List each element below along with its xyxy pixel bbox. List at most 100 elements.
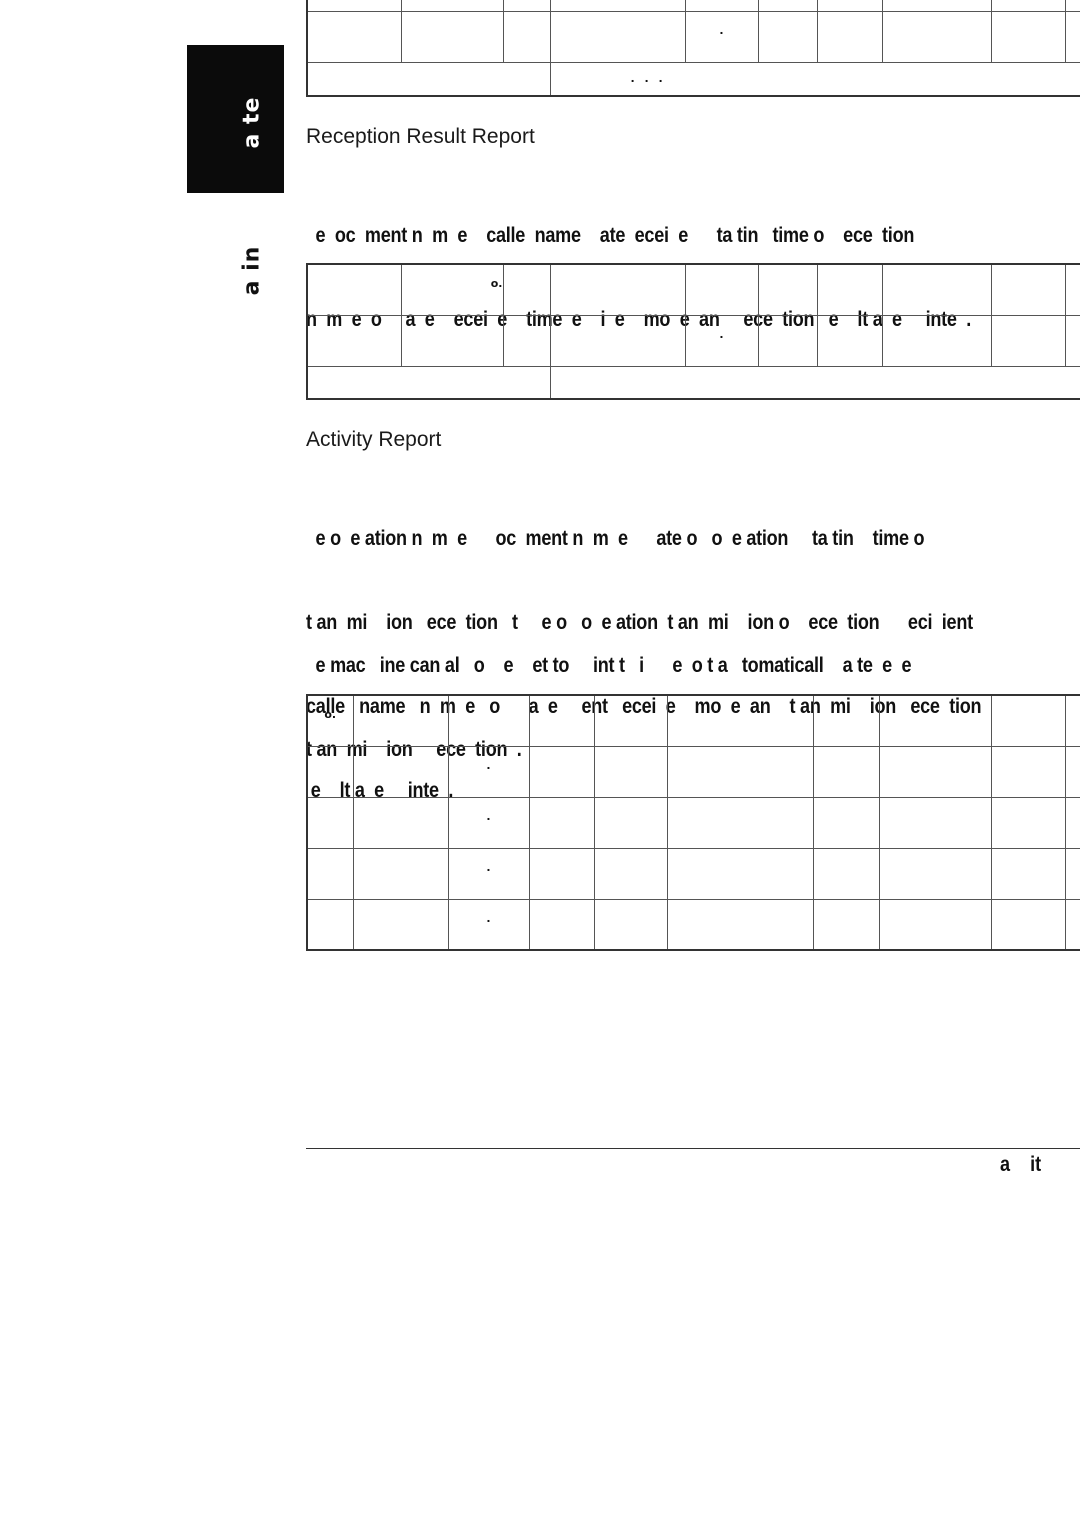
table-cell <box>593 694 668 747</box>
table-cell <box>549 263 686 316</box>
table-cell <box>502 314 551 367</box>
table-cell <box>878 898 992 951</box>
table-cell <box>990 847 1066 900</box>
table-cell <box>528 847 595 900</box>
table-cell <box>502 0 551 12</box>
table-cell <box>528 694 595 747</box>
table-cell: . <box>447 745 530 798</box>
table-cell <box>549 0 686 12</box>
table-cell <box>1064 0 1080 12</box>
table-cell: o. <box>306 694 354 747</box>
table-cell <box>447 694 530 747</box>
table-cell: . <box>447 898 530 951</box>
continued-report-table: . . . . <box>306 0 1080 97</box>
table-cell <box>1064 11 1080 63</box>
text-line: e oc ment n m e calle name ate ecei e ta… <box>306 224 915 247</box>
table-cell <box>684 263 759 316</box>
table-cell <box>990 263 1066 316</box>
table-cell <box>352 694 449 747</box>
table-cell <box>757 11 818 63</box>
table-cell <box>757 0 818 12</box>
table-cell <box>812 745 880 798</box>
table-cell <box>816 263 883 316</box>
table-cell <box>990 898 1066 951</box>
table-cell <box>306 365 551 400</box>
table-cell: . <box>447 847 530 900</box>
table-cell <box>878 847 992 900</box>
table-cell <box>757 314 818 367</box>
chapter-tab <box>187 45 284 193</box>
activity-report-heading: Activity Report <box>306 428 442 451</box>
table-cell <box>881 0 992 12</box>
table-cell <box>881 11 992 63</box>
table-cell <box>990 796 1066 849</box>
reception-result-heading: Reception Result Report <box>306 125 535 148</box>
table-cell <box>306 796 354 849</box>
table-cell <box>306 11 402 63</box>
table-cell <box>666 898 814 951</box>
table-cell <box>666 694 814 747</box>
table-cell <box>502 263 551 316</box>
table-row: . <box>306 796 1080 849</box>
reception-result-table: o. . <box>306 263 1080 400</box>
table-cell <box>593 847 668 900</box>
section-side-label: a in <box>239 245 265 296</box>
table-cell <box>352 898 449 951</box>
table-cell: . <box>684 314 759 367</box>
table-row <box>306 0 1080 12</box>
table-cell <box>684 0 759 12</box>
table-cell <box>400 314 504 367</box>
table-cell <box>1064 847 1080 900</box>
table-cell <box>549 365 1080 400</box>
table-cell <box>990 694 1066 747</box>
table-cell <box>549 314 686 367</box>
table-cell: . <box>447 796 530 849</box>
table-cell <box>816 0 883 12</box>
table-cell <box>306 847 354 900</box>
table-cell <box>1064 745 1080 798</box>
table-cell <box>812 796 880 849</box>
footer-page-label: a it <box>1000 1153 1042 1176</box>
table-cell <box>306 314 402 367</box>
table-cell <box>990 745 1066 798</box>
table-cell <box>528 745 595 798</box>
table-cell <box>1064 796 1080 849</box>
table-cell <box>306 745 354 798</box>
table-cell: . <box>684 11 759 63</box>
table-cell <box>306 898 354 951</box>
table-cell <box>528 898 595 951</box>
table-cell <box>593 745 668 798</box>
table-cell <box>990 0 1066 12</box>
table-cell <box>502 11 551 63</box>
table-cell <box>593 796 668 849</box>
table-cell <box>812 694 880 747</box>
table-cell <box>878 796 992 849</box>
table-row: . <box>306 745 1080 798</box>
table-cell <box>990 314 1066 367</box>
table-cell <box>990 11 1066 63</box>
table-row: . <box>306 847 1080 900</box>
table-cell <box>1064 314 1080 367</box>
table-cell <box>306 263 402 316</box>
table-row: . . . <box>306 62 1080 96</box>
table-cell <box>666 847 814 900</box>
table-cell <box>1064 898 1080 951</box>
table-row: o. <box>306 263 1080 316</box>
table-cell <box>1064 694 1080 747</box>
table-cell <box>881 263 992 316</box>
table-cell <box>528 796 595 849</box>
table-cell <box>1064 263 1080 316</box>
table-row: . <box>306 898 1080 951</box>
table-row <box>306 365 1080 400</box>
table-cell: o. <box>400 263 504 316</box>
table-cell <box>812 847 880 900</box>
table-cell: . . . <box>549 62 1080 96</box>
table-cell <box>666 745 814 798</box>
table-cell <box>881 314 992 367</box>
table-cell <box>878 694 992 747</box>
table-cell <box>306 0 402 12</box>
table-cell <box>666 796 814 849</box>
table-cell <box>549 11 686 63</box>
table-cell <box>816 11 883 63</box>
activity-report-table: o. . . . . <box>306 694 1080 951</box>
